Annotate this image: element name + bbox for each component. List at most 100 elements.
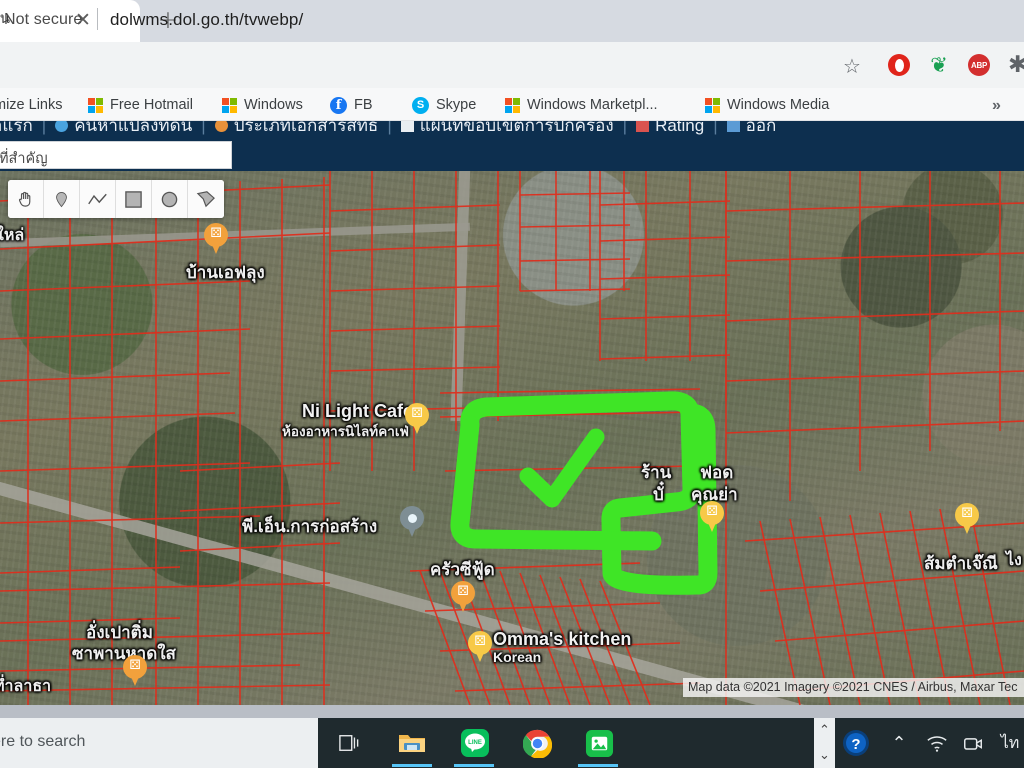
scroll-up-icon[interactable]: ⌃ xyxy=(819,724,830,737)
sq-blue-icon xyxy=(726,121,740,132)
photos-app-icon[interactable] xyxy=(582,726,616,760)
rectangle-icon[interactable] xyxy=(116,180,152,218)
task-view-icon[interactable] xyxy=(332,726,366,760)
map-label: พี.เอ็น.การก่อสร้าง xyxy=(242,517,378,536)
map-label: Omma's kitchen xyxy=(493,629,632,649)
restaurant-pin-icon[interactable]: ⚄ xyxy=(123,655,147,688)
screenshot-root: ดิน ✕ + Not secure dolwms.dol.go.th/tvwe… xyxy=(0,0,1024,768)
taskbar-active-indicator xyxy=(392,764,432,767)
green-highlight-annotation xyxy=(450,391,718,595)
site-nav-label: ประเภทเอกสารสิทธิ xyxy=(233,121,379,135)
site-nav-label: ออก xyxy=(745,121,777,135)
opera-vpn-icon[interactable] xyxy=(888,54,910,76)
microsoft-logo-icon xyxy=(505,97,520,113)
extensions-puzzle-icon[interactable]: ✱ xyxy=(1008,52,1024,78)
polygon-icon[interactable] xyxy=(188,180,224,218)
show-hidden-icons-chevron[interactable]: ⌃ xyxy=(886,727,912,759)
security-status-label: Not secure xyxy=(4,11,83,28)
facebook-logo-icon: f xyxy=(330,96,347,114)
site-nav-label: Rating xyxy=(655,121,705,135)
map-label-sub: ห้องอาหารนิไลท์คาเฟ่ xyxy=(282,424,409,439)
thai-language-indicator[interactable]: ไท xyxy=(996,727,1024,759)
microsoft-logo-icon xyxy=(705,97,720,113)
nav-separator: | xyxy=(387,121,392,135)
restaurant-pin-icon[interactable]: ⚄ xyxy=(700,501,724,534)
chrome-icon[interactable] xyxy=(520,726,554,760)
url-text[interactable]: dolwms.dol.go.th/tvwebp/ xyxy=(110,10,303,30)
desktop-strip xyxy=(0,705,1024,718)
nav-separator: | xyxy=(201,121,206,135)
taskbar-scrollbar[interactable]: ⌃ ⌄ xyxy=(814,718,835,768)
address-bar[interactable] xyxy=(0,47,880,83)
bookmark-item-customize-links[interactable]: mize Links xyxy=(0,95,63,115)
sq-red-icon xyxy=(636,121,650,132)
adblock-plus-icon[interactable]: ABP xyxy=(968,54,990,76)
site-nav-item-logout[interactable]: ออก xyxy=(726,121,777,139)
nav-separator: | xyxy=(622,121,628,135)
windows-search-box[interactable]: ere to search xyxy=(0,718,318,768)
site-search-input-value: ที่สำคัญ xyxy=(0,151,48,167)
site-nav-label: แผนที่ขอบเขตการปกครอง xyxy=(419,121,614,135)
map-attribution: Map data ©2021 Imagery ©2021 CNES / Airb… xyxy=(683,678,1024,697)
satellite-map[interactable]: ใหล่ บ้านเอฟลุง Ni Light Cafe ห้องอาหารน… xyxy=(0,171,1024,705)
restaurant-pin-icon[interactable]: ⚄ xyxy=(405,403,429,436)
bookmarks-bar: mize Links Free Hotmail Windows f FB S S… xyxy=(0,88,1024,121)
restaurant-pin-icon[interactable]: ⚄ xyxy=(204,223,228,256)
bookmark-label: Windows Media xyxy=(727,97,830,113)
bookmark-item-fb[interactable]: f FB xyxy=(330,95,373,115)
browser-toolbar xyxy=(0,42,1024,88)
site-nav-item-admin-boundary[interactable]: แผนที่ขอบเขตการปกครอง xyxy=(400,121,614,139)
svg-text:LINE: LINE xyxy=(468,740,482,746)
nav-separator: | xyxy=(713,121,718,135)
bookmark-label: Windows Marketpl... xyxy=(527,97,658,113)
microsoft-logo-icon xyxy=(88,97,103,113)
bookmark-label: FB xyxy=(354,97,373,113)
site-nav-item-rating[interactable]: Rating xyxy=(636,121,704,136)
svg-text:?: ? xyxy=(851,736,860,753)
site-search-input[interactable]: ที่สำคัญ xyxy=(0,141,232,169)
map-label: บ้านเอฟลุง xyxy=(186,263,265,282)
bookmark-item-windows[interactable]: Windows xyxy=(222,95,303,115)
dot-blue-icon xyxy=(55,121,69,132)
site-nav-item-home[interactable]: หน้าแรก xyxy=(0,121,33,139)
bookmark-item-skype[interactable]: S Skype xyxy=(412,95,476,115)
skype-logo-icon: S xyxy=(412,96,429,114)
site-nav-item-search-parcel[interactable]: ค้นหาแปลงที่ดิน xyxy=(55,121,192,139)
map-label: ส้มตำเจ๊ณี xyxy=(924,554,998,573)
polyline-icon[interactable] xyxy=(80,180,116,218)
dot-orange-icon xyxy=(214,121,228,132)
marker-pin-icon[interactable] xyxy=(44,180,80,218)
file-explorer-icon[interactable] xyxy=(395,726,429,760)
help-circle-icon[interactable]: ? xyxy=(840,727,872,759)
bookmark-label: Free Hotmail xyxy=(110,97,193,113)
wifi-icon[interactable] xyxy=(924,727,950,759)
bookmarks-overflow-icon[interactable]: » xyxy=(992,97,1001,115)
map-label: ใหล่ xyxy=(0,227,25,244)
bookmark-item-free-hotmail[interactable]: Free Hotmail xyxy=(88,95,193,115)
site-nav-label: ค้นหาแปลงที่ดิน xyxy=(74,121,193,135)
bookmark-item-windows-media[interactable]: Windows Media xyxy=(705,95,829,115)
restaurant-pin-icon[interactable]: ⚄ xyxy=(468,631,492,664)
evernote-icon[interactable]: ❦ xyxy=(928,54,950,77)
place-pin-icon[interactable] xyxy=(400,506,424,539)
map-label-sub: Korean xyxy=(493,649,542,665)
bookmark-label: Skype xyxy=(436,97,477,113)
circle-icon[interactable] xyxy=(152,180,188,218)
site-nav-item-document-type[interactable]: ประเภทเอกสารสิทธิ xyxy=(214,121,379,139)
line-app-icon[interactable]: LINE xyxy=(458,726,492,760)
bookmark-item-windows-marketplace[interactable]: Windows Marketpl... xyxy=(505,95,658,115)
restaurant-pin-icon[interactable]: ⚄ xyxy=(451,581,475,614)
scroll-down-icon[interactable]: ⌄ xyxy=(819,749,830,762)
map-draw-toolbar xyxy=(8,180,224,218)
omnibox-divider xyxy=(97,8,98,30)
taskbar-active-indicator xyxy=(454,764,494,767)
pan-hand-icon[interactable] xyxy=(8,180,44,218)
bookmark-label: mize Links xyxy=(0,97,63,113)
map-label: บั๋ xyxy=(653,485,664,504)
taskbar-active-indicator xyxy=(578,764,618,767)
map-label: ท่ำลาธา xyxy=(0,678,52,695)
camera-icon[interactable] xyxy=(960,727,986,759)
restaurant-pin-icon[interactable]: ⚄ xyxy=(955,503,979,536)
star-icon[interactable]: ☆ xyxy=(843,54,861,78)
map-label: ไง xyxy=(1006,552,1022,569)
